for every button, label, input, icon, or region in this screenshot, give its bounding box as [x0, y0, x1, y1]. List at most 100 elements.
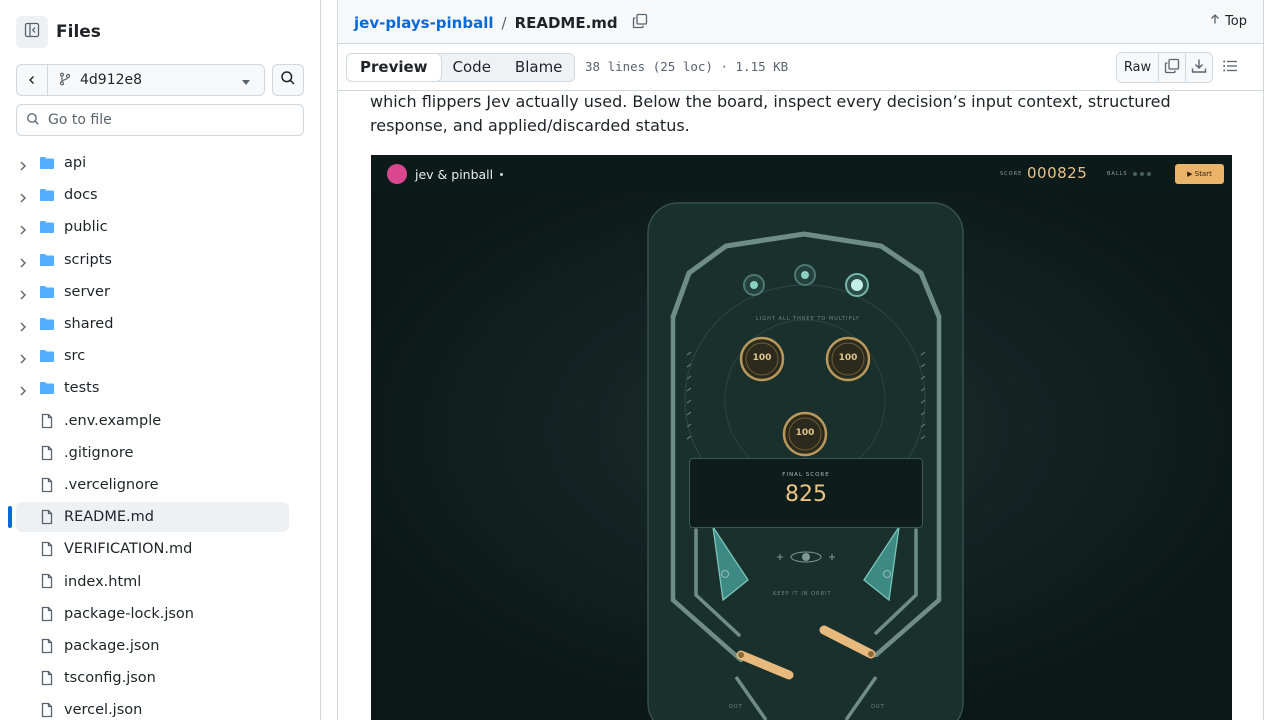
back-button[interactable]	[16, 64, 48, 96]
pinball-brand: jev & pinball	[387, 164, 504, 184]
copy-path-button[interactable]	[632, 13, 648, 33]
view-mode-tabs: Preview Code Blame	[346, 53, 576, 82]
tree-file-item[interactable]: .vercelignore	[0, 469, 320, 501]
multiplier-hint: LIGHT ALL THREE TO MULTIPLY	[756, 316, 860, 322]
folder-icon	[39, 187, 55, 207]
chevron-right-icon[interactable]	[18, 254, 28, 273]
tab-code[interactable]: Code	[441, 54, 503, 81]
file-view: jev-plays-pinball / README.md Top Previe…	[337, 0, 1264, 720]
chevron-left-icon	[26, 71, 38, 90]
tree-item-label: tests	[64, 380, 100, 397]
pinball-app-header: jev & pinball SCORE 000825 BALLS ▶ Start	[371, 155, 1232, 193]
copy-raw-button[interactable]	[1158, 53, 1185, 82]
breadcrumb: jev-plays-pinball / README.md	[354, 12, 648, 33]
folder-icon	[39, 219, 55, 239]
tree-folder-item[interactable]: shared	[0, 308, 320, 340]
file-icon	[39, 702, 55, 720]
tree-item-label: package-lock.json	[64, 605, 194, 622]
arrow-up-icon	[1209, 13, 1225, 29]
readme-paragraph: which flippers Jev actually used. Below …	[370, 92, 1171, 135]
chevron-right-icon[interactable]	[18, 286, 28, 305]
tree-folder-item[interactable]: scripts	[0, 244, 320, 276]
brand-logo-icon	[387, 164, 407, 184]
tree-file-item[interactable]: .env.example	[0, 405, 320, 437]
search-files-button[interactable]	[272, 64, 304, 96]
tree-item-label: shared	[64, 316, 114, 333]
file-icon	[39, 606, 55, 626]
raw-button[interactable]: Raw	[1117, 53, 1158, 82]
file-tree: api docs public scripts server shared src tests…	[0, 147, 320, 720]
chevron-right-icon[interactable]	[18, 318, 28, 337]
branch-label: 4d912e8	[80, 72, 143, 88]
sidebar-header: Files	[16, 16, 101, 48]
download-button[interactable]	[1185, 53, 1212, 82]
top-button[interactable]: Top	[1209, 13, 1247, 29]
tree-item-label: docs	[64, 187, 98, 204]
folder-icon	[39, 380, 55, 400]
balls-label: BALLS	[1107, 171, 1128, 177]
tree-item-label: index.html	[64, 573, 142, 590]
file-icon	[39, 670, 55, 690]
download-icon	[1191, 58, 1207, 78]
out-lane-right: OUT	[871, 704, 885, 710]
tree-file-item[interactable]: tsconfig.json	[0, 662, 320, 694]
git-branch-icon	[58, 71, 72, 90]
copy-icon	[1164, 58, 1180, 78]
repo-link[interactable]: jev-plays-pinball	[354, 14, 494, 32]
folder-icon	[39, 316, 55, 336]
tab-blame[interactable]: Blame	[503, 54, 575, 81]
sidebar-title: Files	[56, 22, 101, 42]
tree-file-item[interactable]: package-lock.json	[0, 598, 320, 630]
go-to-file-field[interactable]	[16, 104, 304, 136]
branch-controls: 4d912e8	[16, 64, 304, 96]
tree-folder-item[interactable]: api	[0, 147, 320, 179]
go-to-file-input[interactable]	[48, 112, 288, 128]
chevron-right-icon[interactable]	[18, 350, 28, 369]
outline-button[interactable]	[1222, 58, 1238, 78]
tree-item-label: api	[64, 155, 87, 172]
file-icon	[39, 541, 55, 561]
tree-folder-item[interactable]: src	[0, 340, 320, 372]
tree-file-item[interactable]: vercel.json	[0, 694, 320, 720]
breadcrumb-separator: /	[501, 13, 507, 32]
start-button: ▶ Start	[1175, 164, 1224, 184]
keep-in-orbit-text: KEEP IT IN ORBIT	[773, 591, 832, 597]
pinball-brand-name: jev & pinball	[415, 166, 494, 182]
tree-file-item[interactable]: README.md	[0, 501, 320, 533]
tree-item-label: scripts	[64, 251, 112, 268]
triangle-down-icon	[242, 71, 250, 90]
file-meta: 38 lines (25 loc) · 1.15 KB	[585, 59, 789, 74]
tree-folder-item[interactable]: docs	[0, 179, 320, 211]
top-label: Top	[1225, 13, 1247, 29]
sidebar-collapse-icon	[24, 22, 40, 42]
chevron-right-icon[interactable]	[18, 221, 28, 240]
bumper-label: 100	[838, 353, 858, 363]
tree-folder-item[interactable]: public	[0, 211, 320, 243]
tree-folder-item[interactable]: server	[0, 276, 320, 308]
current-file-name: README.md	[514, 13, 618, 32]
search-icon	[26, 111, 40, 130]
folder-icon	[39, 348, 55, 368]
file-actions: Raw	[1116, 52, 1213, 83]
copy-icon	[632, 13, 648, 33]
tree-file-item[interactable]: .gitignore	[0, 437, 320, 469]
score-value: 000825	[1027, 164, 1088, 182]
chevron-right-icon[interactable]	[18, 382, 28, 401]
tab-preview[interactable]: Preview	[346, 53, 442, 82]
final-score-value: 825	[785, 482, 827, 507]
chevron-right-icon[interactable]	[18, 157, 28, 176]
tree-folder-item[interactable]: tests	[0, 372, 320, 404]
sidebar-collapse-button[interactable]	[16, 16, 48, 48]
tree-file-item[interactable]: package.json	[0, 630, 320, 662]
file-toolbar: Preview Code Blame 38 lines (25 loc) · 1…	[338, 44, 1263, 91]
tree-file-item[interactable]: index.html	[0, 565, 320, 597]
tree-item-label: .vercelignore	[64, 476, 159, 493]
folder-icon	[39, 155, 55, 175]
balls-indicator	[1133, 172, 1151, 176]
tree-item-label: .env.example	[64, 412, 162, 429]
file-tree-sidebar: Files 4d912e8 apidocspublicscr	[0, 0, 321, 720]
tree-file-item[interactable]: VERIFICATION.md	[0, 533, 320, 565]
status-dot	[500, 172, 504, 176]
branch-selector[interactable]: 4d912e8	[48, 64, 265, 96]
chevron-right-icon[interactable]	[18, 189, 28, 208]
